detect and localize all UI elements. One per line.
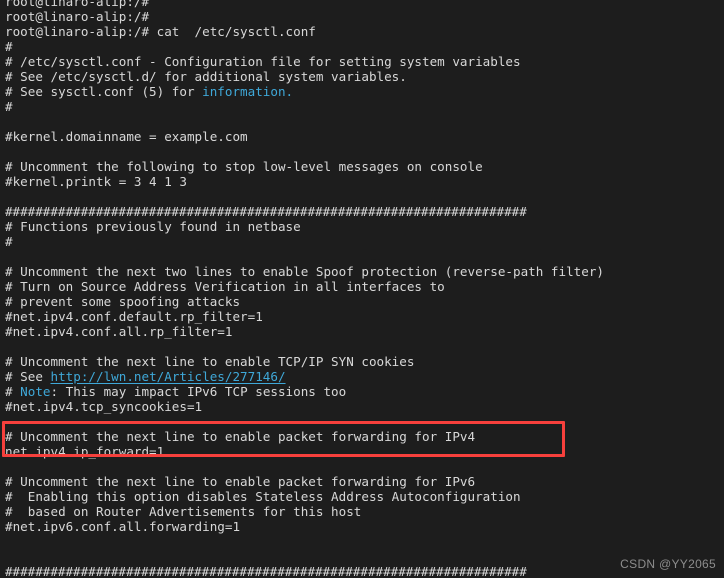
- comment-line-prevent-spoofing: # prevent some spoofing attacks: [5, 294, 241, 309]
- prompt-line: root@linaro-alip:/#: [5, 9, 150, 24]
- csdn-watermark: CSDN @YY2065: [620, 557, 716, 571]
- note-keyword: Note: [20, 384, 51, 399]
- comment-line-source-address-verification: # Turn on Source Address Verification in…: [5, 279, 445, 294]
- config-line-ipv4-ip-forward: net.ipv4.ip_forward=1: [5, 444, 165, 459]
- separator-rule-bottom: ########################################…: [5, 564, 527, 578]
- note-suffix: : This may impact IPv6 TCP sessions too: [50, 384, 347, 399]
- config-line-tcp-syncookies: #net.ipv4.tcp_syncookies=1: [5, 399, 203, 414]
- terminal-output: root@linaro-alip:/# root@linaro-alip:/# …: [5, 0, 724, 578]
- note-prefix: #: [5, 384, 21, 399]
- lwn-article-link[interactable]: http://lwn.net/Articles/277146/: [51, 369, 286, 384]
- comment-line-functions-netbase: # Functions previously found in netbase: [5, 219, 301, 234]
- comment-line-hash: #: [5, 39, 13, 54]
- comment-line-see-url: # See http://lwn.net/Articles/277146/: [5, 369, 724, 384]
- config-line-ipv6-forwarding: #net.ipv6.conf.all.forwarding=1: [5, 519, 241, 534]
- config-line-rp-filter-default: #net.ipv4.conf.default.rp_filter=1: [5, 309, 263, 324]
- comment-line-ipv6-based-ra: # based on Router Advertisements for thi…: [5, 504, 362, 519]
- comment-line-see-sysctl-d: # See /etc/sysctl.d/ for additional syst…: [5, 69, 407, 84]
- terminal-window[interactable]: root@linaro-alip:/# root@linaro-alip:/# …: [0, 0, 724, 578]
- comment-line-spoof-protection: # Uncomment the next two lines to enable…: [5, 264, 604, 279]
- comment-line-ipv6-enabling: # Enabling this option disables Stateles…: [5, 489, 521, 504]
- config-line-rp-filter-all: #net.ipv4.conf.all.rp_filter=1: [5, 324, 233, 339]
- see-manpage-prefix: # See sysctl.conf (5) for: [5, 84, 203, 99]
- separator-rule-top: ########################################…: [5, 204, 527, 219]
- config-line-domainname: #kernel.domainname = example.com: [5, 129, 248, 144]
- comment-line-ipv6-forwarding: # Uncomment the next line to enable pack…: [5, 474, 476, 489]
- information-link[interactable]: information: [202, 84, 285, 99]
- comment-line-see-manpage: # See sysctl.conf (5) for information.: [5, 84, 724, 99]
- comment-line-note-ipv6: # Note: This may impact IPv6 TCP session…: [5, 384, 724, 399]
- comment-line-config-desc: # /etc/sysctl.conf - Configuration file …: [5, 54, 521, 69]
- information-period: .: [285, 84, 294, 99]
- prompt-line-top: root@linaro-alip:/#: [5, 0, 150, 9]
- comment-line-ipv4-forwarding: # Uncomment the next line to enable pack…: [5, 429, 476, 444]
- comment-line-hash-2: #: [5, 99, 13, 114]
- comment-line-printk-desc: # Uncomment the following to stop low-le…: [5, 159, 483, 174]
- comment-line-syn-cookies: # Uncomment the next line to enable TCP/…: [5, 354, 415, 369]
- see-url-prefix: # See: [5, 369, 51, 384]
- config-line-printk: #kernel.printk = 3 4 1 3: [5, 174, 187, 189]
- comment-line-hash-3: #: [5, 234, 13, 249]
- prompt-line-command: root@linaro-alip:/# cat /etc/sysctl.conf: [5, 24, 316, 39]
